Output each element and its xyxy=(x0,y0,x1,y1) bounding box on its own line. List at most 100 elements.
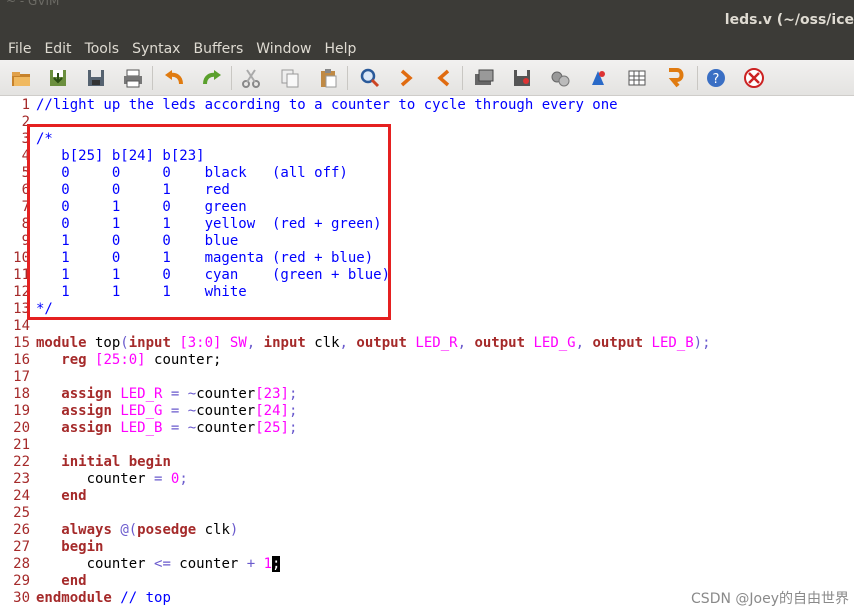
line-number: 3 xyxy=(21,131,30,147)
code-token: counter xyxy=(36,556,155,572)
code-token: /* xyxy=(36,131,53,147)
code-token: begin xyxy=(61,539,104,555)
code-token: LED_G xyxy=(120,403,163,419)
menu-edit[interactable]: Edit xyxy=(36,41,76,57)
code-token: @( xyxy=(120,522,138,538)
paste-icon[interactable] xyxy=(315,65,341,91)
line-number: 14 xyxy=(13,318,30,334)
code-text: /* xyxy=(36,131,53,148)
save-all-icon[interactable] xyxy=(83,65,109,91)
line-number: 11 xyxy=(13,267,30,283)
code-text: 0 0 1 red xyxy=(36,182,230,199)
ctags-icon[interactable] xyxy=(663,65,689,91)
code-token: [24] xyxy=(255,403,289,419)
code-token: clk xyxy=(196,522,230,538)
find-replace-icon[interactable] xyxy=(356,65,382,91)
line-number: 27 xyxy=(13,539,30,555)
code-token: counter xyxy=(196,403,256,419)
save-icon[interactable] xyxy=(45,65,71,91)
watermark: CSDN @Joey的自由世界 xyxy=(691,591,849,607)
menu-bar: File Edit Tools Syntax Buffers Window Help xyxy=(0,38,854,60)
menu-file[interactable]: File xyxy=(0,41,36,57)
find-prev-icon[interactable] xyxy=(431,65,457,91)
find-next-icon[interactable] xyxy=(393,65,419,91)
shell-icon[interactable] xyxy=(624,65,650,91)
code-token: // top xyxy=(120,590,171,606)
code-token: 1 1 1 white xyxy=(36,284,247,300)
line-number: 5 xyxy=(21,165,30,181)
print-icon[interactable] xyxy=(120,65,146,91)
code-token: SW xyxy=(229,335,247,351)
code-token: LED_G xyxy=(533,335,576,351)
line-number: 29 xyxy=(13,573,30,589)
code-token: assign xyxy=(61,386,112,402)
line-number: 25 xyxy=(13,505,30,521)
menu-buffers[interactable]: Buffers xyxy=(185,41,248,57)
line-number: 12 xyxy=(13,284,30,300)
code-token: , xyxy=(575,335,585,351)
cut-icon[interactable] xyxy=(238,65,264,91)
copy-icon[interactable] xyxy=(277,65,303,91)
code-text: 0 1 1 yellow (red + green) xyxy=(36,216,381,233)
menu-window[interactable]: Window xyxy=(248,41,316,57)
run-script-icon[interactable] xyxy=(547,65,573,91)
code-token: top xyxy=(86,335,121,351)
code-token: [25] xyxy=(255,420,289,436)
code-token: end xyxy=(61,573,87,589)
code-token: ~ xyxy=(187,403,197,419)
undo-icon[interactable] xyxy=(161,65,187,91)
save-session-icon[interactable] xyxy=(509,65,535,91)
code-token: ~ xyxy=(187,420,197,436)
menu-help[interactable]: Help xyxy=(316,41,361,57)
code-text: counter = 0; xyxy=(36,471,188,488)
code-text: 1 1 1 white xyxy=(36,284,247,301)
make-icon[interactable] xyxy=(585,65,611,91)
code-token: input xyxy=(128,335,171,351)
code-text: end xyxy=(36,573,87,590)
code-token: LED_B xyxy=(120,420,163,436)
code-token: , xyxy=(246,335,256,351)
code-token: 0 0 0 black (all off) xyxy=(36,165,348,181)
code-token: b[25] b[24] b[23] xyxy=(36,148,205,164)
help-icon[interactable]: ? xyxy=(703,65,729,91)
code-text: endmodule // top xyxy=(36,590,171,607)
window-title: leds.v (~/oss/ice xyxy=(724,12,854,28)
text-cursor: ; xyxy=(272,556,281,572)
code-token: output xyxy=(592,335,644,351)
open-icon[interactable] xyxy=(8,65,34,91)
load-session-icon[interactable] xyxy=(471,65,497,91)
find-help-icon[interactable] xyxy=(741,65,767,91)
code-token: output xyxy=(356,335,407,351)
line-number: 19 xyxy=(13,403,30,419)
code-text: assign LED_R = ~counter[23]; xyxy=(36,386,297,403)
code-token: endmodule xyxy=(36,590,112,606)
code-token: ; xyxy=(288,420,298,436)
code-text: 1 1 0 cyan (green + blue) xyxy=(36,267,390,284)
code-token: 0 1 0 green xyxy=(36,199,247,215)
line-number: 15 xyxy=(13,335,30,351)
code-text: //light up the leds according to a count… xyxy=(36,97,618,114)
previous-window-title: ~ - GVIM xyxy=(6,0,60,8)
code-editor[interactable]: 1 //light up the leds according to a coun… xyxy=(0,97,854,613)
menu-syntax[interactable]: Syntax xyxy=(124,41,185,57)
code-token: 1 1 0 cyan (green + blue) xyxy=(36,267,391,283)
redo-icon[interactable] xyxy=(199,65,225,91)
code-text: assign LED_G = ~counter[24]; xyxy=(36,403,297,420)
code-token: end xyxy=(61,488,87,504)
menu-tools[interactable]: Tools xyxy=(77,41,125,57)
line-number: 1 xyxy=(21,97,30,113)
svg-text:?: ? xyxy=(713,72,720,87)
code-text: 0 0 0 black (all off) xyxy=(36,165,348,182)
code-token: LED_B xyxy=(651,335,694,351)
code-token: ; xyxy=(179,471,188,487)
